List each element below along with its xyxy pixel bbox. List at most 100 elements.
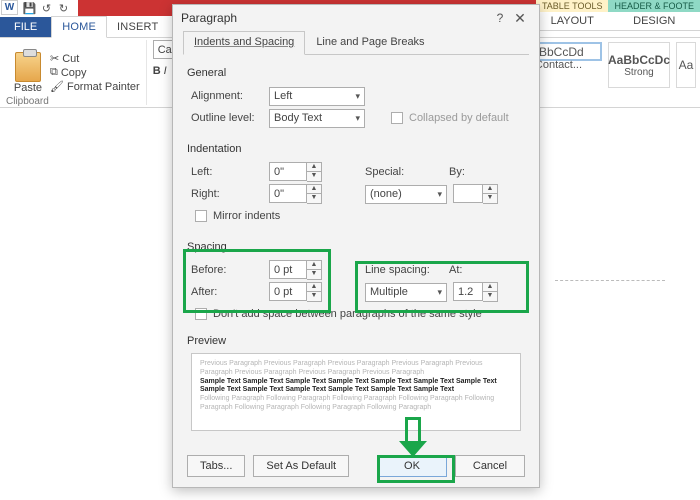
copy-button[interactable]: ⧉Copy: [50, 66, 140, 79]
line-spacing-select[interactable]: Multiple ▾: [365, 283, 447, 302]
clipboard-icon: [15, 52, 41, 82]
italic-button[interactable]: I: [164, 65, 167, 77]
cut-label: Cut: [62, 53, 79, 65]
style-sample: AaBbCcDc: [608, 53, 670, 67]
special-label: Special:: [365, 166, 443, 178]
headerfooter-tools-header: HEADER & FOOTE: [608, 0, 700, 12]
style-sample: Aa: [679, 58, 694, 72]
spinner-buttons[interactable]: ▲▼: [483, 184, 498, 204]
before-value: 0 pt: [269, 260, 307, 279]
redo-icon[interactable]: ↻: [56, 1, 71, 15]
paste-button[interactable]: Paste: [10, 52, 46, 94]
outline-level-select[interactable]: Body Text ▾: [269, 109, 365, 128]
undo-icon[interactable]: ↺: [39, 1, 54, 15]
spinner-buttons[interactable]: ▲▼: [307, 184, 322, 204]
chevron-down-icon: ▾: [437, 189, 442, 200]
chevron-down-icon: ▾: [355, 91, 360, 102]
special-select[interactable]: (none) ▾: [365, 185, 447, 204]
preview-sample: Sample Text Sample Text Sample Text Samp…: [200, 378, 512, 396]
dialog-titlebar: Paragraph ? ✕: [173, 5, 539, 31]
spinner-buttons[interactable]: ▲▼: [307, 162, 322, 182]
alignment-value: Left: [274, 90, 292, 102]
spinner-buttons[interactable]: ▲▼: [307, 282, 322, 302]
after-label: After:: [191, 286, 263, 298]
bold-button[interactable]: B: [153, 65, 161, 77]
indent-right-label: Right:: [191, 188, 263, 200]
no-space-same-style-checkbox[interactable]: [195, 308, 207, 320]
style-name: Strong: [624, 67, 653, 78]
dialog-title: Paragraph: [181, 11, 237, 25]
by-spinner[interactable]: ▲▼: [453, 184, 498, 204]
tab-file[interactable]: FILE: [0, 17, 51, 37]
outline-level-label: Outline level:: [191, 112, 263, 124]
section-spacing: Spacing: [187, 241, 521, 253]
indent-left-spinner[interactable]: 0"▲▼: [269, 162, 322, 182]
format-painter-button[interactable]: 🖌Format Painter: [50, 80, 140, 93]
after-spinner[interactable]: 0 pt▲▼: [269, 282, 322, 302]
brush-icon: 🖌: [50, 80, 64, 93]
collapsed-checkbox: [391, 112, 403, 124]
no-space-same-style-label: Don't add space between paragraphs of th…: [213, 308, 482, 320]
indent-left-value: 0": [269, 162, 307, 181]
indent-right-spinner[interactable]: 0"▲▼: [269, 184, 322, 204]
scissors-icon: ✂: [50, 52, 59, 65]
save-icon[interactable]: 💾: [22, 1, 37, 15]
table-edge: [555, 280, 665, 281]
help-icon[interactable]: ?: [491, 11, 509, 25]
at-spinner[interactable]: 1.2▲▼: [453, 282, 498, 302]
app-icon: W: [1, 0, 18, 15]
copy-icon: ⧉: [50, 66, 58, 79]
tab-table-layout[interactable]: LAYOUT: [536, 12, 609, 31]
line-spacing-value: Multiple: [370, 286, 408, 298]
preview-after: Following Paragraph Following Paragraph …: [200, 395, 512, 413]
section-preview: Preview: [187, 335, 521, 347]
chevron-down-icon: ▾: [355, 113, 360, 124]
table-tools-header: TABLE TOOLS: [536, 0, 609, 12]
by-label: By:: [449, 166, 465, 178]
after-value: 0 pt: [269, 282, 307, 301]
collapsed-label: Collapsed by default: [409, 112, 509, 124]
mirror-indents-checkbox[interactable]: [195, 210, 207, 222]
tab-line-page-breaks[interactable]: Line and Page Breaks: [305, 31, 435, 54]
special-value: (none): [370, 188, 402, 200]
copy-label: Copy: [61, 67, 87, 79]
indent-left-label: Left:: [191, 166, 263, 178]
before-label: Before:: [191, 264, 263, 276]
indent-right-value: 0": [269, 184, 307, 203]
tab-hf-design[interactable]: DESIGN: [608, 12, 700, 31]
quick-access-toolbar: 💾 ↺ ↻: [19, 0, 74, 16]
by-value: [453, 184, 483, 203]
tab-insert[interactable]: INSERT: [107, 17, 168, 37]
at-value: 1.2: [453, 282, 483, 301]
tab-home[interactable]: HOME: [51, 16, 107, 38]
cancel-button[interactable]: Cancel: [455, 455, 525, 477]
outline-value: Body Text: [274, 112, 322, 124]
spinner-buttons[interactable]: ▲▼: [307, 260, 322, 280]
style-item-4[interactable]: Aa: [676, 42, 696, 88]
preview-before: Previous Paragraph Previous Paragraph Pr…: [200, 360, 512, 378]
dialog-tabs: Indents and Spacing Line and Page Breaks: [183, 31, 529, 55]
tab-indents-spacing[interactable]: Indents and Spacing: [183, 31, 305, 55]
contextual-tabs: TABLE TOOLS LAYOUT HEADER & FOOTE DESIGN: [536, 0, 700, 38]
set-default-button[interactable]: Set As Default: [253, 455, 349, 477]
close-icon[interactable]: ✕: [509, 10, 531, 27]
style-item-strong[interactable]: AaBbCcDcStrong: [608, 42, 670, 88]
alignment-select[interactable]: Left ▾: [269, 87, 365, 106]
section-indentation: Indentation: [187, 143, 521, 155]
dialog-body: General Alignment: Left▾ Outline level: …: [173, 55, 539, 439]
spinner-buttons[interactable]: ▲▼: [483, 282, 498, 302]
dialog-buttons: Tabs... Set As Default OK Cancel: [187, 455, 525, 477]
format-painter-label: Format Painter: [67, 81, 140, 93]
tab-label: Indents and Spacing: [194, 36, 294, 48]
preview-box: Previous Paragraph Previous Paragraph Pr…: [191, 353, 521, 431]
section-general: General: [187, 67, 521, 79]
mirror-indents-label: Mirror indents: [213, 210, 280, 222]
paste-label: Paste: [14, 82, 42, 94]
before-spinner[interactable]: 0 pt▲▼: [269, 260, 322, 280]
tabs-button[interactable]: Tabs...: [187, 455, 245, 477]
cut-button[interactable]: ✂Cut: [50, 52, 140, 65]
alignment-label: Alignment:: [191, 90, 263, 102]
tab-label: Line and Page Breaks: [316, 36, 424, 48]
chevron-down-icon: ▾: [437, 287, 442, 298]
ok-button[interactable]: OK: [377, 455, 447, 477]
